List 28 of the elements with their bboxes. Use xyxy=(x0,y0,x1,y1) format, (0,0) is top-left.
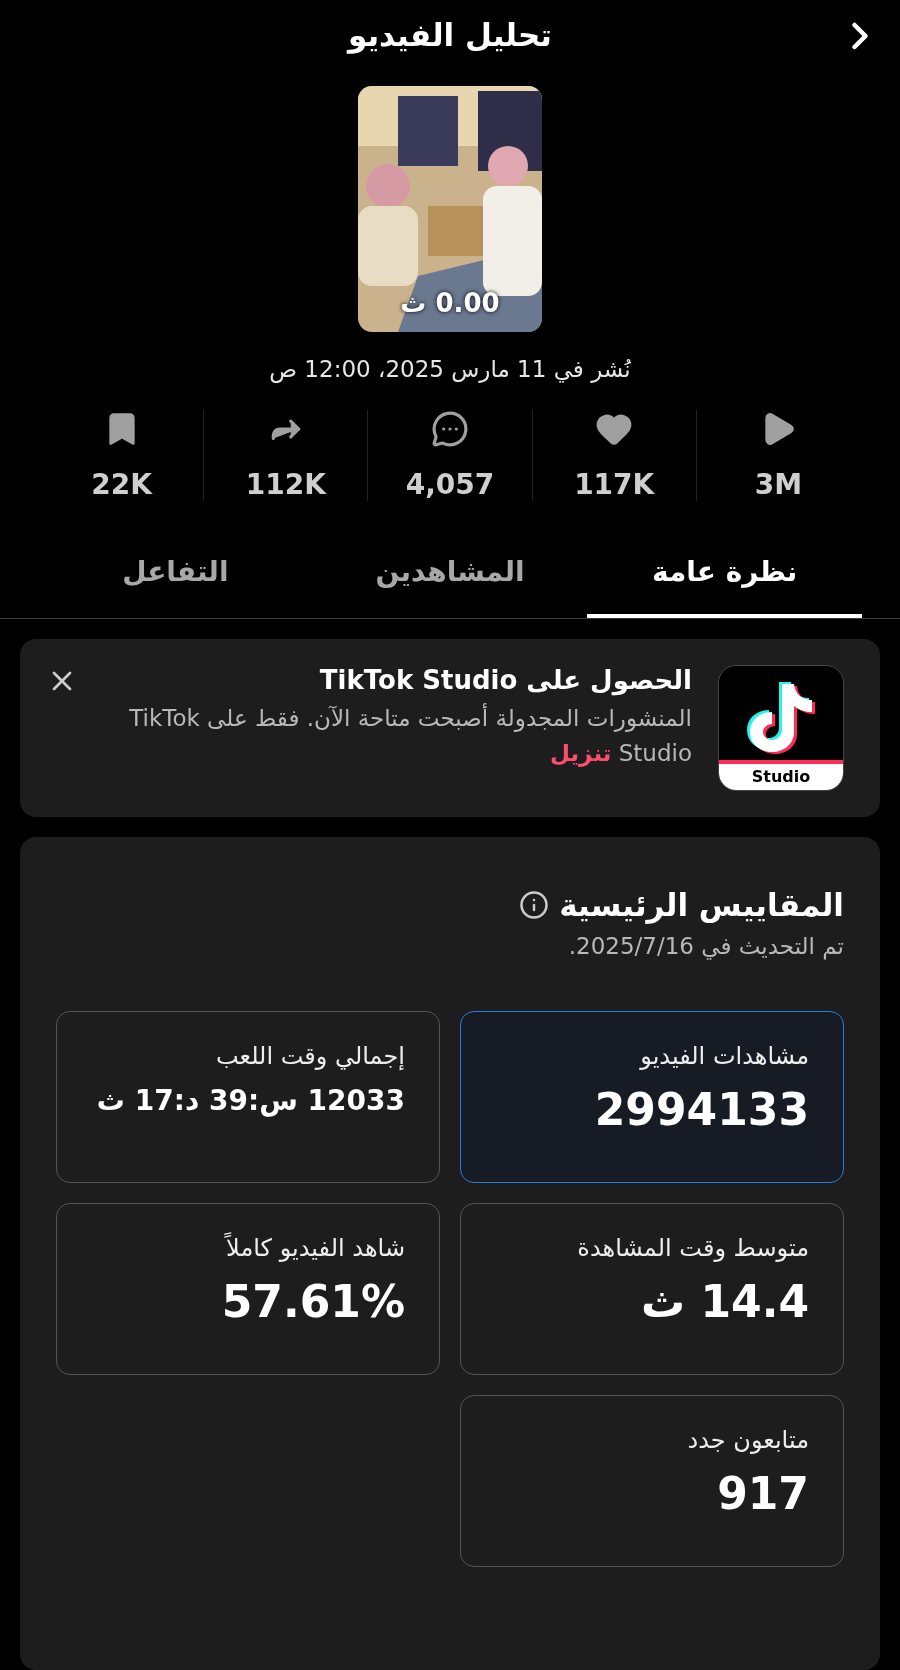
metric-value: 2994133 xyxy=(593,1084,809,1135)
app-label: Studio xyxy=(719,760,843,790)
metric-value: 917 xyxy=(716,1468,809,1519)
metric-tile[interactable]: متوسط وقت المشاهدة 14.4 ث xyxy=(460,1203,844,1375)
metric-value: 57.61% xyxy=(220,1276,405,1327)
section-title: المقاييس الرئيسية xyxy=(559,887,844,923)
stat-value: 4,057 xyxy=(405,468,495,501)
stat-value: 117K xyxy=(574,468,655,501)
publish-date: نُشر في 11 مارس 2025، 12:00 ص xyxy=(268,356,632,382)
metric-value: 12033 س:39 د:17 ث xyxy=(95,1084,405,1117)
tab[interactable]: نظرة عامة xyxy=(587,537,862,618)
metric-label: متابعون جدد xyxy=(686,1426,809,1454)
page-title: تحليل الفيديو xyxy=(348,17,552,53)
metric-label: مشاهدات الفيديو xyxy=(638,1042,809,1070)
stat-value: 22K xyxy=(91,468,152,501)
banner-title: الحصول على TikTok Studio xyxy=(318,665,692,695)
metric-tile[interactable]: إجمالي وقت اللعب 12033 س:39 د:17 ث xyxy=(56,1011,440,1183)
tab[interactable]: التفاعل xyxy=(38,537,313,618)
stat-value: 112K xyxy=(245,468,326,501)
metric-label: إجمالي وقت اللعب xyxy=(215,1042,405,1070)
banner-text: المنشورات المجدولة أصبحت متاحة الآن. فقط على TikTok Studio تنزيل xyxy=(128,702,692,769)
metric-value: 14.4 ث xyxy=(639,1276,809,1327)
updated-date: تم التحديث في 2025/7/16. xyxy=(567,933,844,959)
download-link[interactable]: تنزيل xyxy=(549,739,612,766)
metric-label: شاهد الفيديو كاملاً xyxy=(223,1234,405,1262)
metric-label: متوسط وقت المشاهدة xyxy=(576,1234,809,1262)
tab[interactable]: المشاهدين xyxy=(312,537,588,618)
stat-value: 3M xyxy=(754,468,803,501)
